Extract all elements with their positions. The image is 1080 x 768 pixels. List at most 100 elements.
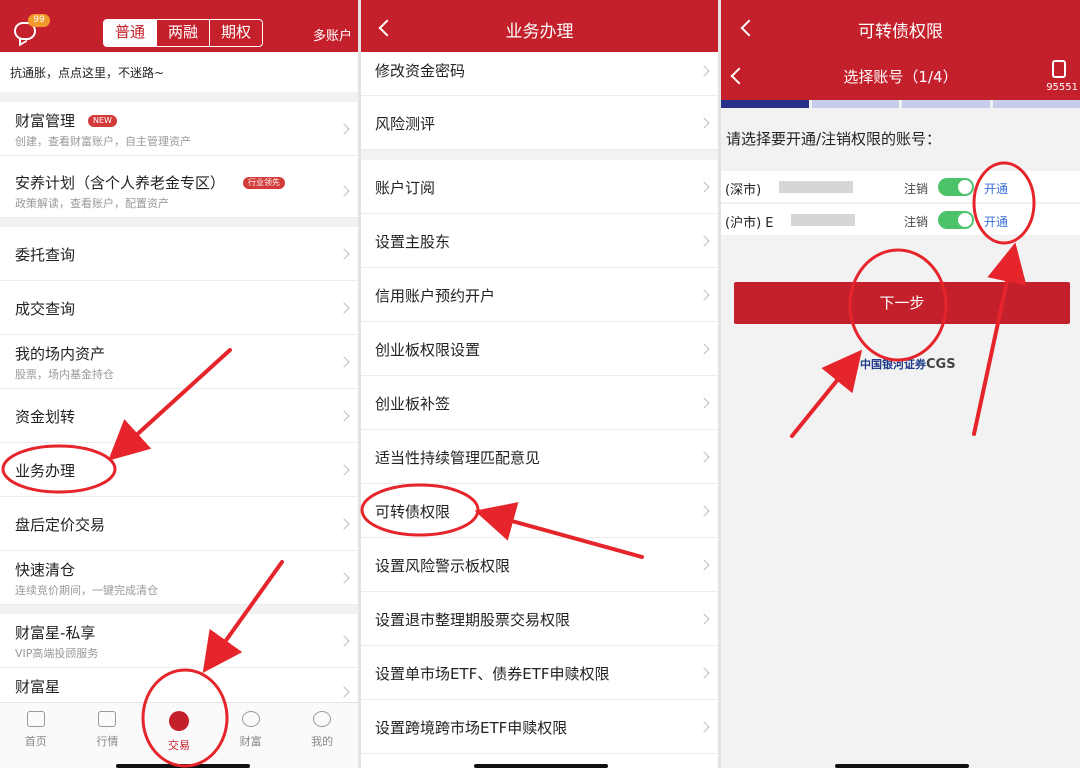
chevron-right-icon (338, 248, 350, 260)
trade-icon (168, 711, 189, 731)
progress-step-3 (902, 100, 990, 108)
chevron-right-icon (698, 117, 710, 129)
chevron-right-icon (698, 505, 710, 517)
chevron-right-icon (338, 518, 350, 530)
account-row-sh: (沪市) E 注销 开通 (721, 204, 1080, 236)
convertible-bond-screen: 可转债权限 选择账号（1/4） 95551 请选择要开通/注销权限的账号： (深… (721, 0, 1080, 768)
section-gap (0, 92, 358, 102)
list-item-wealth-mgmt[interactable]: 财富管理 NEW 创建，查看财富账户，自主管理资产 (0, 102, 358, 156)
tab-home[interactable]: 首页 (0, 703, 72, 768)
home-indicator (835, 764, 969, 768)
tab-wealth[interactable]: 财富 (215, 703, 287, 768)
tab-options[interactable]: 期权 (209, 20, 262, 46)
chevron-right-icon (698, 667, 710, 679)
business-header: 业务办理 (361, 0, 718, 52)
list-item-subscribe[interactable]: 账户订阅 (361, 160, 718, 214)
page-title: 可转债权限 (858, 22, 943, 42)
next-button[interactable]: 下一步 (734, 282, 1070, 324)
step-title: 选择账号（1/4） (843, 68, 958, 86)
multi-account-button[interactable]: 多账户 (313, 25, 352, 44)
list-item-change-password[interactable]: 修改资金密码 (361, 52, 718, 96)
list-item-wealth-star-private[interactable]: 财富星-私享 VIP高端投顾服务 (0, 614, 358, 668)
account-type-switch: 普通 两融 期权 (103, 19, 263, 47)
progress-step-4 (992, 100, 1080, 108)
step-header: 选择账号（1/4） 95551 (721, 52, 1080, 100)
list-item-risk-warning[interactable]: 设置风险警示板权限 (361, 538, 718, 592)
permission-toggle[interactable] (938, 211, 974, 229)
chevron-right-icon (698, 451, 710, 463)
chevron-right-icon (338, 572, 350, 584)
chevron-right-icon (698, 181, 710, 193)
home-indicator (116, 764, 250, 768)
list-item-delisting[interactable]: 设置退市整理期股票交易权限 (361, 592, 718, 646)
chevron-right-icon (698, 343, 710, 355)
chevron-right-icon (338, 302, 350, 314)
trade-header: 99 普通 两融 期权 多账户 (0, 0, 358, 52)
list-item-pension[interactable]: 安养计划（含个人养老金专区） 行业领先 政策解读，查看账户，配置资产 (0, 164, 358, 218)
list-item-gem-resign[interactable]: 创业板补签 (361, 376, 718, 430)
new-badge: NEW (88, 115, 117, 127)
message-badge: 99 (28, 14, 50, 27)
masked-account-number (791, 214, 855, 226)
notice-text[interactable]: 抗通胀，点点这里，不迷路~ (10, 64, 164, 81)
home-icon (26, 711, 45, 727)
user-icon (313, 711, 332, 727)
list-item-etf-single[interactable]: 设置单市场ETF、债券ETF申赎权限 (361, 646, 718, 700)
list-item-quick-clear[interactable]: 快速清仓 连续竞价期间，一键完成清仓 (0, 551, 358, 605)
list-item-main-holder[interactable]: 设置主股东 (361, 214, 718, 268)
tab-mine[interactable]: 我的 (286, 703, 358, 768)
list-item-convertible-bond[interactable]: 可转债权限 (361, 484, 718, 538)
chevron-right-icon (338, 410, 350, 422)
progress-step-1 (721, 100, 809, 108)
business-screen: 业务办理 修改资金密码 风险测评 账户订阅 设置主股东 信用账户预约开户 创业板… (361, 0, 718, 768)
chevron-right-icon (698, 559, 710, 571)
section-gap (0, 218, 358, 227)
bond-header: 可转债权限 (721, 0, 1080, 52)
chevron-right-icon (338, 356, 350, 368)
chevron-right-icon (698, 721, 710, 733)
yuan-icon (241, 711, 260, 727)
chevron-right-icon (338, 464, 350, 476)
trade-screen: 99 普通 两融 期权 多账户 抗通胀，点点这里，不迷路~ 财富管理 NEW 创… (0, 0, 358, 768)
permission-toggle[interactable] (938, 178, 974, 196)
tab-trade[interactable]: 交易 (143, 703, 215, 768)
list-item-etf-cross[interactable]: 设置跨境跨市场ETF申赎权限 (361, 700, 718, 754)
list-item-risk-test[interactable]: 风险测评 (361, 96, 718, 150)
tab-normal[interactable]: 普通 (104, 20, 156, 46)
chevron-right-icon (338, 123, 350, 135)
tab-market[interactable]: 行情 (72, 703, 144, 768)
chevron-right-icon (698, 289, 710, 301)
list-item-after-hours[interactable]: 盘后定价交易 (0, 497, 358, 551)
chevron-right-icon (698, 235, 710, 247)
select-account-prompt: 请选择要开通/注销权限的账号： (726, 130, 942, 148)
home-indicator (474, 764, 608, 768)
bottom-tab-bar: 首页 行情 交易 财富 我的 (0, 702, 358, 768)
list-item-fund-transfer[interactable]: 资金划转 (0, 389, 358, 443)
account-row-sz: (深市) 注销 开通 (721, 171, 1080, 203)
list-item-credit-account[interactable]: 信用账户预约开户 (361, 268, 718, 322)
list-item-order-query[interactable]: 委托查询 (0, 227, 358, 281)
chevron-right-icon (338, 185, 350, 197)
cgs-logo-icon (847, 359, 857, 369)
page-title: 业务办理 (505, 22, 574, 42)
chevron-right-icon (338, 686, 350, 698)
hotline-number: 95551 (1046, 82, 1078, 93)
section-gap (361, 150, 718, 160)
list-item-assets[interactable]: 我的场内资产 股票，场内基金持仓 (0, 335, 358, 389)
list-item-gem-permission[interactable]: 创业板权限设置 (361, 322, 718, 376)
tab-margin[interactable]: 两融 (156, 20, 209, 46)
chevron-right-icon (698, 397, 710, 409)
list-item-business[interactable]: 业务办理 (0, 443, 358, 497)
masked-account-number (779, 181, 853, 193)
list-item-deal-query[interactable]: 成交查询 (0, 281, 358, 335)
industry-leading-badge: 行业领先 (243, 177, 285, 189)
phone-icon[interactable] (1052, 60, 1066, 78)
chart-icon (98, 711, 117, 727)
chevron-right-icon (698, 613, 710, 625)
section-gap (0, 605, 358, 614)
list-item-wealth-star[interactable]: 财富星 (0, 668, 358, 702)
cgs-logo: 中国银河证券CGS (847, 356, 956, 372)
chevron-right-icon (698, 65, 710, 77)
chevron-right-icon (338, 635, 350, 647)
list-item-suitability[interactable]: 适当性持续管理匹配意见 (361, 430, 718, 484)
